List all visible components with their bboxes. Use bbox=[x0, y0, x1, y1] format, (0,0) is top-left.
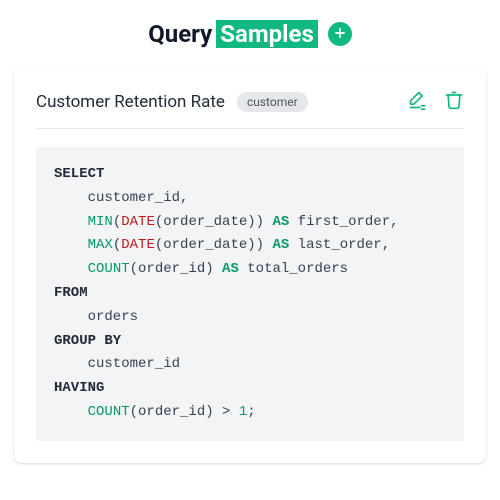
card-actions bbox=[408, 90, 464, 114]
sql-code-block: SELECT customer_id, MIN(DATE(order_date)… bbox=[36, 147, 464, 441]
divider bbox=[36, 128, 464, 129]
card-tag: customer bbox=[237, 92, 308, 112]
page-title: Query Samples bbox=[148, 20, 318, 48]
edit-icon bbox=[408, 90, 428, 114]
edit-button[interactable] bbox=[408, 90, 428, 114]
delete-button[interactable] bbox=[444, 90, 464, 114]
trash-icon bbox=[444, 90, 464, 114]
page-header: Query Samples bbox=[14, 20, 486, 48]
plus-icon bbox=[333, 25, 347, 44]
query-card: Customer Retention Rate customer bbox=[14, 68, 486, 463]
title-highlight: Samples bbox=[216, 20, 318, 48]
add-query-button[interactable] bbox=[328, 22, 352, 46]
title-plain: Query bbox=[148, 20, 212, 48]
card-header: Customer Retention Rate customer bbox=[36, 90, 464, 114]
card-title: Customer Retention Rate bbox=[36, 92, 225, 112]
